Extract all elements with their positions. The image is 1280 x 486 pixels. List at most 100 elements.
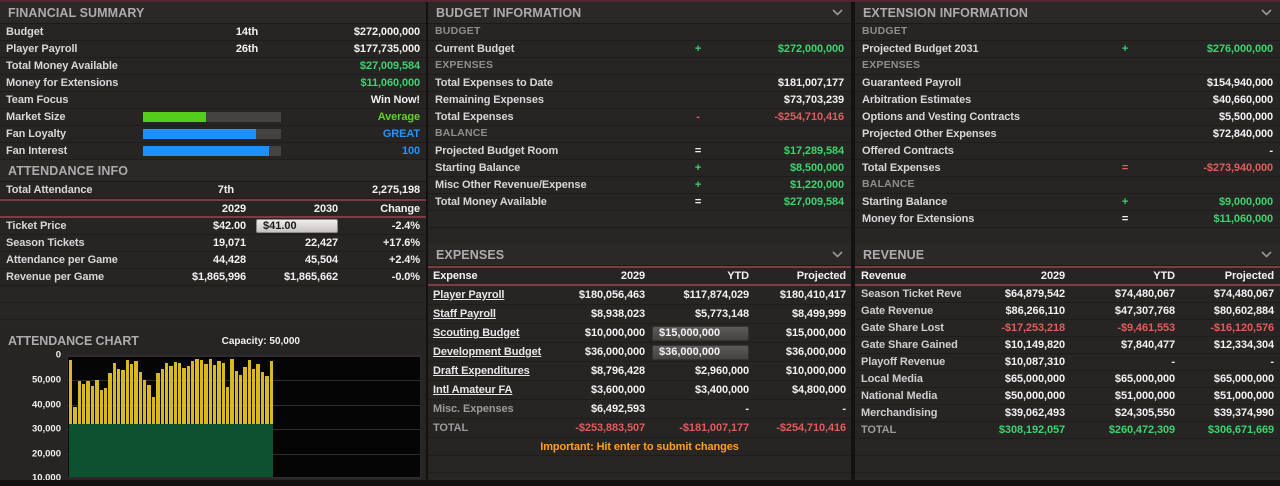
row-label: Total Money Available bbox=[6, 60, 118, 72]
extension-row: Money for Extensions = $11,060,000 bbox=[855, 211, 1280, 228]
empty-rows bbox=[855, 228, 1280, 244]
right-panel: EXTENSION INFORMATION BUDGET Projected B… bbox=[855, 2, 1280, 480]
draft-expenditures-link[interactable]: Draft Expenditures bbox=[433, 365, 557, 377]
row-label: Fan Interest bbox=[6, 145, 68, 157]
budget-row: Projected Budget Room = $17,289,584 bbox=[428, 143, 851, 160]
budget-information-title: BUDGET INFORMATION bbox=[436, 5, 582, 20]
row-projected: $39,374,990 bbox=[1213, 407, 1274, 419]
season-tickets-change: +17.6% bbox=[382, 237, 420, 249]
development-budget-link[interactable]: Development Budget bbox=[433, 346, 557, 358]
capacity-label: Capacity: 50,000 bbox=[221, 335, 300, 347]
intl-amateur-fa-row: Intl Amateur FA $3,600,000 $3,400,000 $4… bbox=[428, 381, 851, 400]
row-ytd: $51,000,000 bbox=[1114, 390, 1175, 402]
row-rank: 26th bbox=[235, 43, 259, 55]
row-operator: + bbox=[694, 43, 702, 55]
financial-summary-title: FINANCIAL SUMMARY bbox=[8, 5, 145, 20]
chevron-down-icon[interactable] bbox=[832, 9, 843, 16]
revenue-row: National Media $50,000,000 $51,000,000 $… bbox=[855, 388, 1280, 405]
row-2029: $10,087,310 bbox=[1004, 356, 1065, 368]
row-value: - bbox=[1269, 145, 1273, 157]
extension-information-title: EXTENSION INFORMATION bbox=[863, 5, 1029, 20]
extension-row: Offered Contracts - bbox=[855, 143, 1280, 160]
extension-row: Arbitration Estimates $40,660,000 bbox=[855, 92, 1280, 109]
intl-amateur-fa-2029: $3,600,000 bbox=[590, 384, 645, 396]
scouting-budget-link[interactable]: Scouting Budget bbox=[433, 327, 557, 339]
revenue-row: Merchandising $39,062,493 $24,305,550 $3… bbox=[855, 405, 1280, 422]
row-label: TOTAL bbox=[861, 424, 897, 436]
row-projected: -$16,120,576 bbox=[1210, 322, 1274, 334]
rating-bar-fill bbox=[143, 129, 257, 139]
submit-changes-note: Important: Hit enter to submit changes bbox=[428, 438, 851, 456]
season-tickets-row: Season Tickets 19,071 22,427 +17.6% bbox=[0, 235, 426, 252]
attendance-per-game-2029: 44,428 bbox=[212, 254, 246, 266]
budget-row: Total Expenses - -$254,710,416 bbox=[428, 109, 851, 126]
expenses-total-2029: -$253,883,507 bbox=[575, 422, 645, 434]
staff-payroll-link[interactable]: Staff Payroll bbox=[433, 308, 557, 320]
row-label: Team Focus bbox=[6, 94, 69, 106]
empty-rows bbox=[0, 286, 426, 331]
y-tick-label: 40,000 bbox=[31, 399, 61, 411]
extension-information-header[interactable]: EXTENSION INFORMATION bbox=[855, 2, 1280, 24]
development-budget-input[interactable] bbox=[652, 344, 749, 360]
financial-summary-row: Budget 14th $272,000,000 bbox=[0, 24, 426, 41]
extension-row: Projected Budget 2031 + $276,000,000 bbox=[855, 41, 1280, 58]
budget-row: EXPENSES bbox=[428, 58, 851, 75]
draft-expenditures-row: Draft Expenditures $8,796,428 $2,960,000… bbox=[428, 362, 851, 381]
draft-expenditures-ytd: $2,960,000 bbox=[694, 365, 749, 377]
row-label: Options and Vesting Contracts bbox=[862, 111, 1020, 123]
revenue-header[interactable]: REVENUE bbox=[855, 244, 1280, 266]
staff-payroll-ytd: $5,773,148 bbox=[694, 308, 749, 320]
season-tickets-2029: 19,071 bbox=[212, 237, 246, 249]
misc-expenses-projected: - bbox=[842, 403, 846, 415]
intl-amateur-fa-link[interactable]: Intl Amateur FA bbox=[433, 384, 557, 396]
expenses-total-ytd: -$181,007,177 bbox=[679, 422, 749, 434]
ticket-price-row: Ticket Price $42.00 -2.4% bbox=[0, 218, 426, 235]
development-budget-row: Development Budget $36,000,000 $36,000,0… bbox=[428, 343, 851, 362]
col-2029: 2029 bbox=[221, 202, 246, 215]
row-label: Remaining Expenses bbox=[435, 94, 544, 106]
attendance-chart: 50,000 40,000 30,000 20,000 10,000 0 bbox=[32, 350, 421, 480]
player-payroll-link[interactable]: Player Payroll bbox=[433, 289, 557, 301]
financial-summary-row: Market Size Average bbox=[0, 109, 426, 126]
staff-payroll-projected: $8,499,999 bbox=[791, 308, 846, 320]
revenue-per-game-row: Revenue per Game $1,865,996 $1,865,662 -… bbox=[0, 269, 426, 286]
financial-summary-row: Fan Loyalty GREAT bbox=[0, 126, 426, 143]
expenses-header[interactable]: EXPENSES bbox=[428, 244, 851, 266]
intl-amateur-fa-projected: $4,800,000 bbox=[791, 384, 846, 396]
row-ytd: $74,480,067 bbox=[1114, 288, 1175, 300]
row-label: Total Money Available bbox=[435, 196, 547, 208]
col-change: Change bbox=[380, 202, 420, 215]
row-label: EXPENSES bbox=[862, 59, 921, 71]
chevron-down-icon[interactable] bbox=[832, 251, 843, 258]
row-operator: - bbox=[696, 111, 700, 123]
expenses-column-header: Expense 2029 YTD Projected bbox=[428, 268, 851, 284]
budget-information-header[interactable]: BUDGET INFORMATION bbox=[428, 2, 851, 24]
expenses-total-row: TOTAL -$253,883,507 -$181,007,177 -$254,… bbox=[428, 419, 851, 438]
row-value: $40,660,000 bbox=[1212, 94, 1273, 106]
row-value: $154,940,000 bbox=[1206, 77, 1273, 89]
chevron-down-icon[interactable] bbox=[1261, 251, 1272, 258]
chart-plot-area bbox=[67, 355, 421, 479]
row-2029: $10,149,820 bbox=[1004, 339, 1065, 351]
row-operator: = bbox=[694, 196, 702, 208]
row-value: $272,000,000 bbox=[777, 43, 844, 55]
attendance-chart-header: ATTENDANCE CHART Capacity: 50,000 bbox=[0, 331, 426, 351]
empty-rows bbox=[855, 439, 1280, 480]
ticket-price-input[interactable] bbox=[256, 219, 338, 233]
budget-row: BALANCE bbox=[428, 126, 851, 143]
misc-expenses-label: Misc. Expenses bbox=[433, 403, 514, 415]
col-expense: Expense bbox=[433, 270, 478, 282]
revenue-rows: Season Ticket Revenue $64,879,542 $74,48… bbox=[855, 286, 1280, 439]
ticket-price-change: -2.4% bbox=[391, 220, 420, 232]
scouting-budget-input[interactable] bbox=[652, 325, 749, 341]
row-value: $276,000,000 bbox=[1206, 43, 1273, 55]
season-tickets-label: Season Tickets bbox=[6, 237, 85, 249]
row-rank: 14th bbox=[235, 26, 259, 38]
row-label: Money for Extensions bbox=[6, 77, 119, 89]
col-projected: Projected bbox=[1224, 270, 1274, 282]
season-ticket-area bbox=[69, 423, 274, 477]
row-label: Gate Revenue bbox=[861, 305, 934, 317]
misc-expenses-2029: $6,492,593 bbox=[590, 403, 645, 415]
row-label: BALANCE bbox=[435, 127, 488, 139]
chevron-down-icon[interactable] bbox=[1261, 9, 1272, 16]
